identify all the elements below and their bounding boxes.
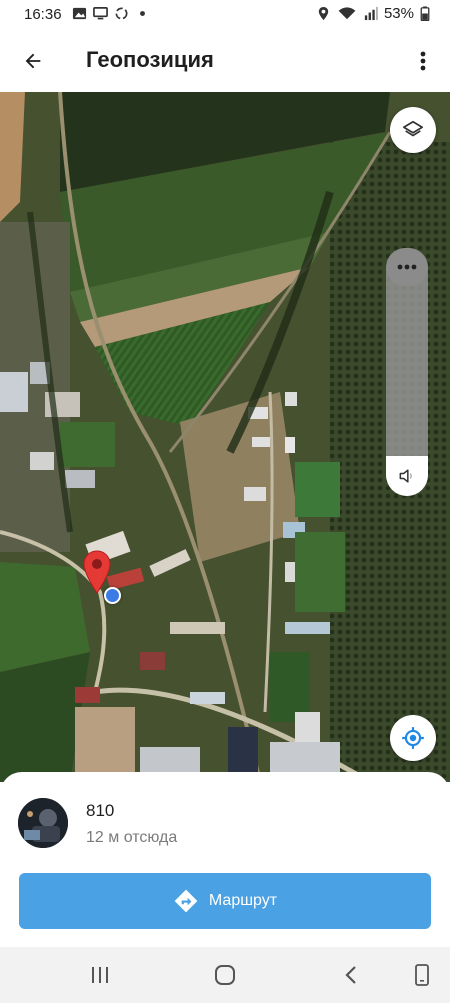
status-bar: 16:36 53% [0, 0, 450, 30]
recent-apps-button[interactable] [84, 961, 116, 989]
status-time: 16:36 [24, 6, 62, 23]
recent-apps-icon [92, 967, 108, 983]
back-nav-button[interactable] [335, 961, 367, 989]
monitor-icon [93, 7, 108, 20]
battery-icon [420, 6, 430, 21]
more-horiz-icon [397, 264, 417, 270]
more-options-button[interactable] [408, 42, 438, 80]
battery-percent: 53% [383, 5, 414, 22]
my-location-icon [402, 727, 424, 749]
status-icons-right: 53% [316, 5, 430, 22]
location-sheet: 810 12 м отсюда Маршрут [0, 772, 450, 952]
sound-button[interactable] [386, 456, 428, 496]
home-button[interactable] [209, 961, 241, 989]
status-icons-left [72, 6, 150, 21]
app-bar: Геопозиция [0, 30, 450, 92]
accessibility-button[interactable] [406, 961, 438, 989]
back-button[interactable] [14, 42, 52, 80]
route-button-label: Маршрут [208, 892, 278, 909]
route-button[interactable]: Маршрут [19, 873, 431, 929]
avatar[interactable] [18, 798, 68, 848]
arrow-left-icon [25, 53, 41, 69]
page-title: Геопозиция [86, 47, 214, 72]
accessibility-icon [415, 964, 429, 986]
avatar-image [18, 798, 68, 848]
directions-icon [174, 889, 198, 913]
more-vert-icon [420, 51, 426, 71]
volume-icon [399, 469, 412, 483]
map-view[interactable] [0, 92, 450, 782]
home-icon [215, 965, 235, 985]
location-pin-icon[interactable] [83, 550, 111, 594]
satellite-map [0, 92, 450, 782]
location-icon [318, 6, 329, 21]
my-location-button[interactable] [390, 715, 436, 761]
signal-icon [364, 6, 378, 21]
layers-icon [403, 120, 423, 137]
recycle-icon [115, 7, 128, 20]
back-icon [345, 966, 356, 984]
layers-button[interactable] [390, 107, 436, 153]
image-icon [72, 7, 87, 20]
zoom-slider[interactable] [386, 248, 428, 496]
slider-handle[interactable] [386, 248, 428, 286]
system-nav-bar [0, 947, 450, 1003]
dot-icon [140, 11, 145, 16]
distance-label: 12 м отсюда [86, 829, 178, 846]
contact-name: 810 [86, 801, 115, 820]
current-location-dot [104, 587, 121, 604]
wifi-icon [338, 7, 356, 20]
